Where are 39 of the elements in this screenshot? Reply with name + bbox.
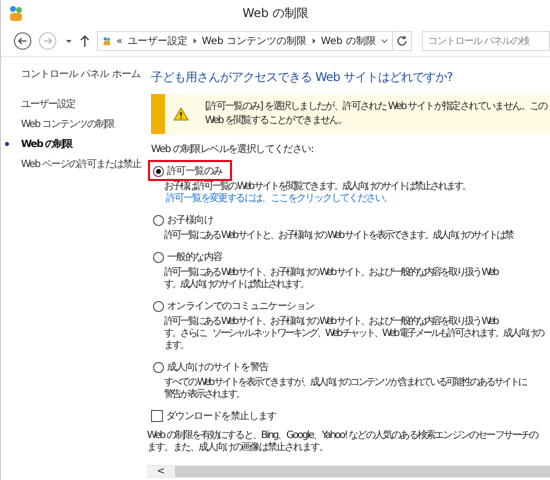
radio-option[interactable]: お子様向け [153, 213, 214, 227]
sidebar-item[interactable]: Web コンテンツの制限 [5, 117, 151, 131]
radio-option[interactable]: 一般的な内容 [153, 250, 222, 264]
radio-option[interactable]: 成人向けのサイトを警告 [153, 360, 268, 374]
refresh-button[interactable] [392, 31, 412, 51]
back-icon[interactable] [13, 31, 32, 51]
scroll-left-button[interactable]: < [147, 466, 175, 477]
family-icon [102, 34, 112, 48]
refresh-icon [396, 35, 408, 47]
change-list-link[interactable]: 許可一覧を変更するには、ここをクリックしてください。 [166, 193, 392, 205]
chevron-icon [312, 37, 316, 45]
address-bar[interactable]: « ユーザー設定 Web コンテンツの制限 Web の制限 [96, 31, 393, 51]
option-description: お子様は許可一覧の Web サイトを閲覧できます。成人向けのサイトは禁止されます。 [163, 181, 470, 192]
warning-icon [173, 107, 189, 121]
sidebar-item[interactable]: Web の制限 [5, 137, 151, 151]
search-field[interactable]: コントロール パネルの検 [422, 31, 550, 51]
up-arrow-icon[interactable] [79, 34, 91, 48]
horizontal-scrollbar[interactable]: < [147, 465, 550, 478]
sidebar-link[interactable]: コントロール パネル ホーム [21, 67, 140, 81]
family-icon [7, 4, 25, 22]
warning-text: [許可一覧のみ] を選択しましたが、許可された Web サイトが指定されていません。この Web を閲覧することができません。 [205, 100, 547, 128]
chevron-down-icon[interactable] [380, 37, 388, 45]
window-title: Web の制限 [242, 4, 308, 22]
option-description: 許可一覧にある Web サイト、お子様向けの Web サイト、および一般的な内容を取り扱う Web す。さらに、ソーシャル ネットワーキング、Web チャット、Web 電子メールも許可されます。成人向けの ます。 [163, 316, 544, 352]
breadcrumb[interactable]: Web コンテンツの制限 [202, 34, 307, 48]
option-description: すべての Web サイトを表示できますが、成人向けのコンテンツが含まれている可能性のあるサイトに 警告が表示されます。 [163, 377, 526, 401]
option-description: 許可一覧にある Web サイトと、お子様向けの Web サイトを表示できます。成人向けのサイトは禁 [163, 230, 512, 242]
breadcrumb[interactable]: Web の制限 [320, 34, 376, 48]
sidebar-item[interactable]: Web ページの許可または禁止 [5, 157, 151, 171]
prompt-text: Web の制限レベルを選択してください: [151, 142, 314, 156]
radio-option[interactable]: オンラインでのコミュニケーション [153, 299, 314, 313]
breadcrumb[interactable]: ユーザー設定 [128, 34, 188, 48]
breadcrumb[interactable]: « [116, 36, 123, 46]
chevron-icon [192, 37, 197, 45]
checkbox-option[interactable]: ダウンロードを禁止します [151, 409, 550, 423]
sidebar-item[interactable]: ユーザー設定 [5, 97, 151, 111]
page-heading: 子ども用さんがアクセスできる Web サイトはどれですか? [151, 69, 454, 86]
footer-note: Web の制限を有効にすると、Bing、Google、Yahoo! などの人気のある検索エンジンのセーフサーチの ます。また、成人向けの画像は禁止されます。 [147, 430, 540, 454]
option-description: 許可一覧にある Web サイト、お子様向けの Web サイト、および一般的な内容を取り扱う Web す。成人向けのサイトは禁止されます。 [163, 267, 498, 291]
